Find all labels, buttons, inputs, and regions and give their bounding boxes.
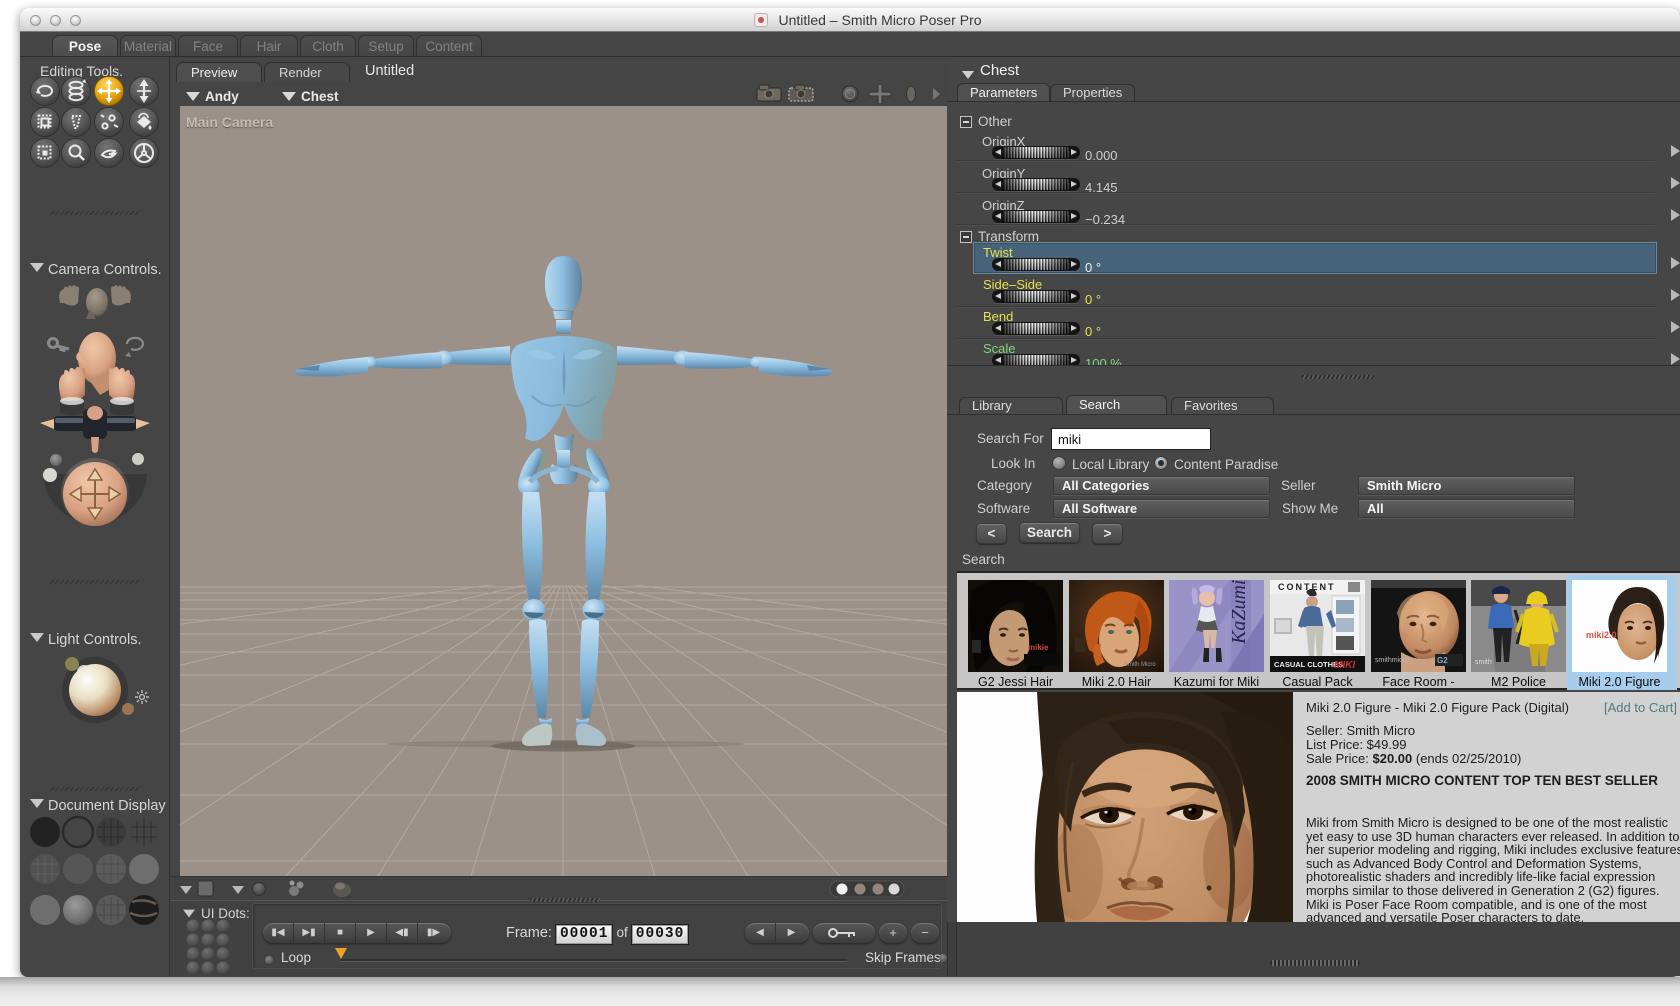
svg-text:Light Controls.: Light Controls. (48, 632, 142, 648)
svg-text:G2: G2 (1437, 656, 1448, 665)
svg-text:smith: smith (1475, 659, 1492, 666)
svg-text:mikie: mikie (1028, 643, 1049, 652)
svg-text:smithmicro: smithmicro (1375, 657, 1409, 664)
svg-text:Document Display: Document Display (48, 798, 166, 814)
svg-text:KaZumi: KaZumi (1228, 580, 1250, 645)
svg-text:CONTENT: CONTENT (1278, 582, 1336, 592)
svg-text:CASUAL CLOTHES: CASUAL CLOTHES (1274, 660, 1343, 669)
svg-text:Smith Micro: Smith Micro (1124, 662, 1156, 668)
svg-text:miki2.0: miki2.0 (1586, 630, 1617, 640)
svg-text:Camera Controls.: Camera Controls. (48, 262, 162, 278)
svg-text:MIKI: MIKI (1334, 660, 1355, 671)
